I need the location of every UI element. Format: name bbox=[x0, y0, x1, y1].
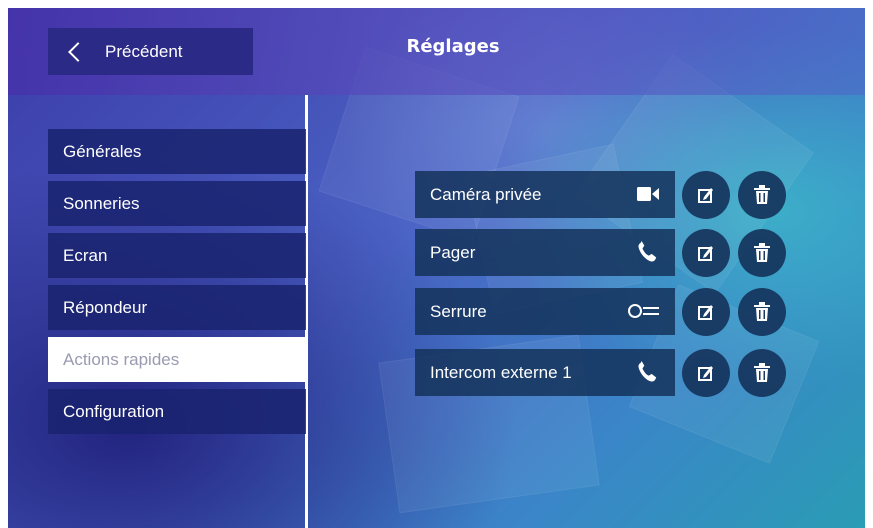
sidebar-item-label: Configuration bbox=[63, 401, 165, 421]
sidebar-item-sonneries[interactable]: Sonneries bbox=[48, 181, 306, 226]
delete-button[interactable] bbox=[738, 288, 786, 336]
edit-button[interactable] bbox=[682, 288, 730, 336]
edit-icon bbox=[698, 305, 713, 320]
delete-button[interactable] bbox=[738, 349, 786, 397]
key-icon bbox=[628, 304, 659, 318]
sidebar-item-repondeur[interactable]: Répondeur bbox=[48, 285, 306, 330]
delete-button[interactable] bbox=[738, 229, 786, 277]
phone-icon bbox=[638, 241, 657, 262]
trash-icon bbox=[754, 185, 770, 204]
page-title: Réglages bbox=[406, 36, 500, 57]
trash-icon bbox=[754, 363, 770, 382]
edit-icon bbox=[698, 246, 713, 261]
sidebar-item-label: Actions rapides bbox=[63, 349, 180, 369]
edit-button[interactable] bbox=[682, 171, 730, 219]
edit-button[interactable] bbox=[682, 229, 730, 277]
trash-icon bbox=[754, 302, 770, 321]
back-button-label: Précédent bbox=[105, 41, 183, 61]
action-label: Caméra privée bbox=[430, 184, 542, 204]
edit-button[interactable] bbox=[682, 349, 730, 397]
edit-icon bbox=[698, 366, 713, 381]
sidebar-item-ecran[interactable]: Ecran bbox=[48, 233, 306, 278]
action-row-camera[interactable]: Caméra privée bbox=[415, 171, 675, 218]
delete-button[interactable] bbox=[738, 171, 786, 219]
action-row-intercom[interactable]: Intercom externe 1 bbox=[415, 349, 675, 396]
sidebar-item-generales[interactable]: Générales bbox=[48, 129, 306, 174]
action-label: Serrure bbox=[430, 301, 487, 321]
screen: Précédent Réglages Générales Sonneries E… bbox=[8, 8, 865, 528]
trash-icon bbox=[754, 243, 770, 262]
sidebar-item-label: Générales bbox=[63, 141, 142, 161]
sidebar-item-label: Répondeur bbox=[63, 297, 148, 317]
back-button[interactable]: Précédent bbox=[48, 28, 253, 75]
action-label: Intercom externe 1 bbox=[430, 362, 572, 382]
sidebar-item-label: Ecran bbox=[63, 245, 108, 265]
chevron-left-icon bbox=[68, 41, 88, 62]
header-bar: Précédent Réglages bbox=[8, 8, 865, 95]
edit-icon bbox=[698, 188, 713, 203]
sidebar-item-actions-rapides[interactable]: Actions rapides bbox=[48, 337, 306, 382]
action-row-pager[interactable]: Pager bbox=[415, 229, 675, 276]
phone-icon bbox=[638, 361, 657, 382]
action-label: Pager bbox=[430, 242, 476, 262]
sidebar-item-label: Sonneries bbox=[63, 193, 140, 213]
action-row-serrure[interactable]: Serrure bbox=[415, 288, 675, 335]
sidebar-item-configuration[interactable]: Configuration bbox=[48, 389, 306, 434]
video-camera-icon bbox=[637, 187, 659, 201]
